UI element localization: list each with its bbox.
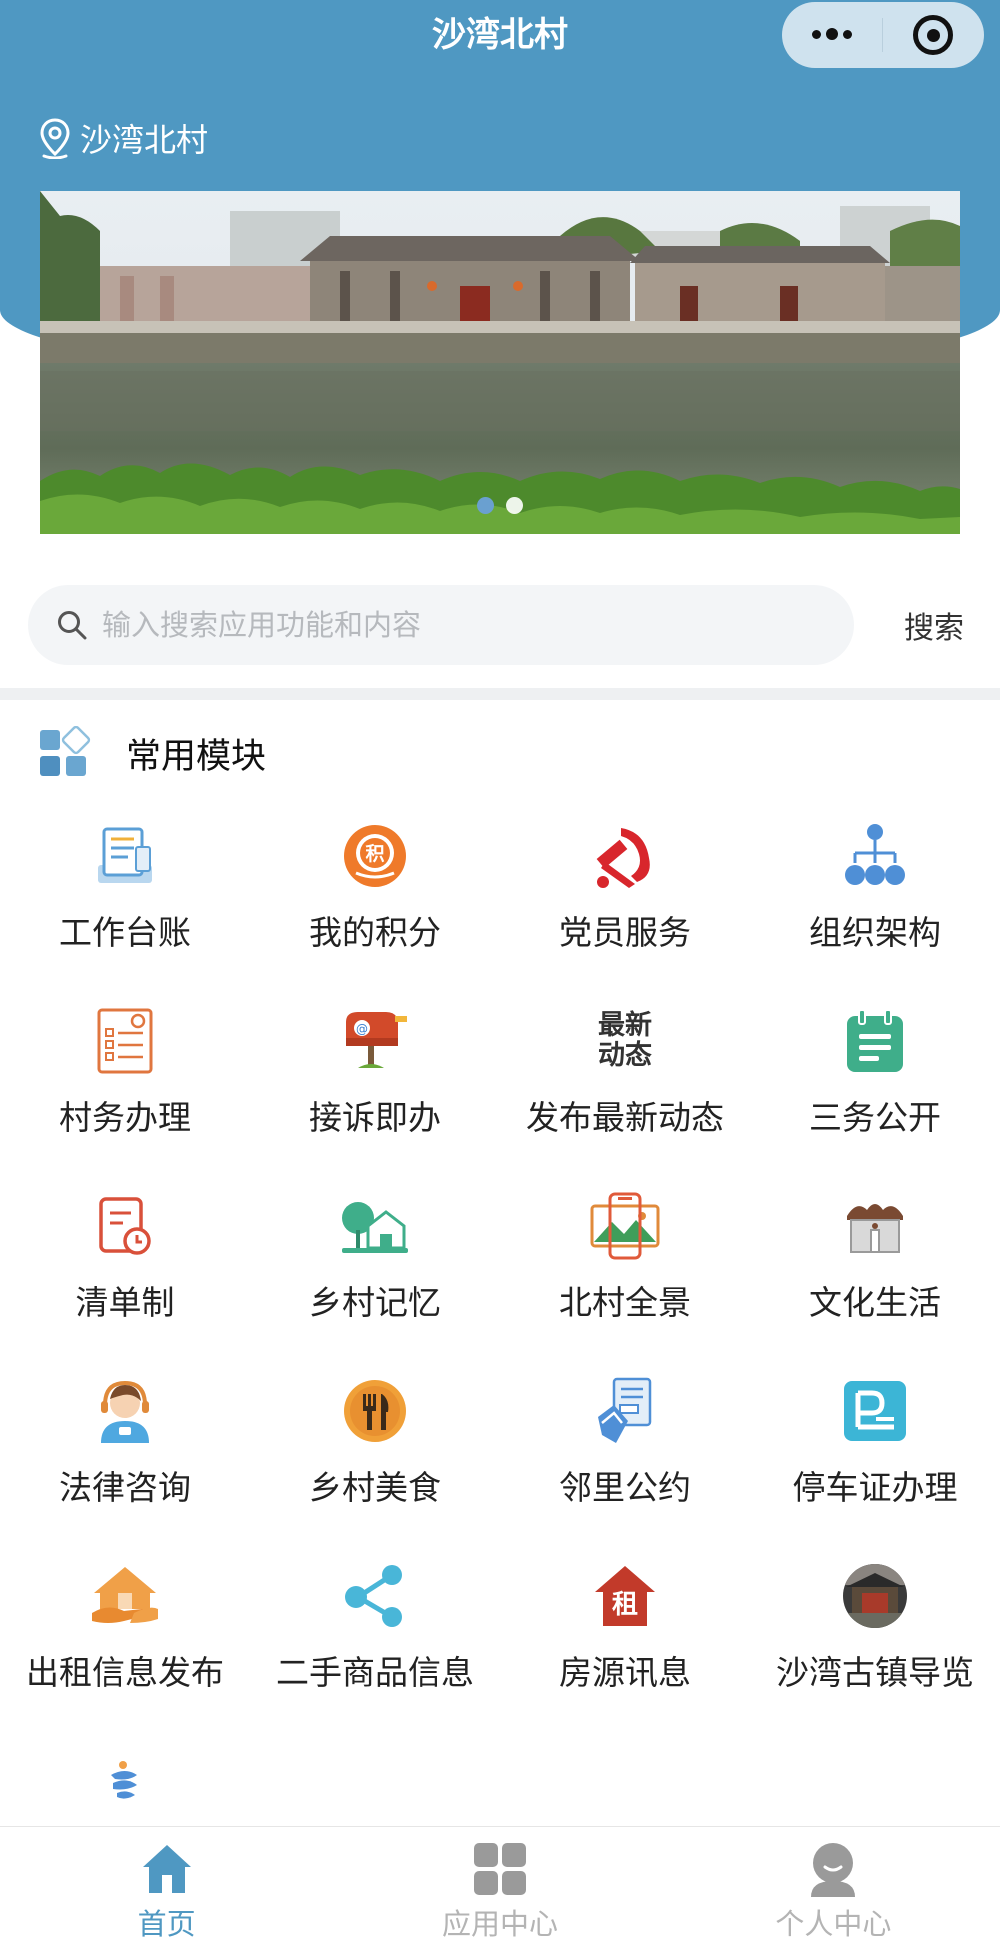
- module-label: 沙湾古镇导览: [776, 1653, 974, 1692]
- section-title: 常用模块: [126, 736, 267, 777]
- news-icon: 最新 动态: [598, 1010, 652, 1071]
- tab-personal-center[interactable]: 个人中心: [667, 1827, 1000, 1946]
- module-label: 组织架构: [809, 913, 941, 952]
- culture-building-icon: [847, 1204, 903, 1253]
- app-grid-icon: [473, 1843, 526, 1895]
- user-icon: [811, 1843, 856, 1897]
- points-icon: 积: [344, 825, 406, 887]
- module-my-points[interactable]: 积 我的积分: [250, 820, 500, 980]
- module-label: 二手商品信息: [276, 1653, 474, 1692]
- tab-label: 首页: [137, 1907, 196, 1941]
- party-emblem-icon: [596, 828, 650, 888]
- food-icon: [344, 1380, 406, 1442]
- modules-grid-icon: [40, 726, 91, 776]
- banner-dot[interactable]: [506, 497, 523, 514]
- module-list-system[interactable]: 清单制: [0, 1190, 250, 1350]
- module-label: 村务办理: [59, 1098, 191, 1137]
- banner-image: [40, 191, 960, 534]
- module-label: 我的积分: [309, 913, 441, 952]
- module-label: 党员服务: [559, 913, 691, 952]
- convention-document-icon: [598, 1377, 652, 1443]
- module-second-hand-goods[interactable]: 二手商品信息: [250, 1560, 500, 1720]
- module-label: 乡村记忆: [309, 1283, 441, 1322]
- search-button[interactable]: 搜索: [904, 603, 972, 647]
- module-label: 出租信息发布: [26, 1653, 224, 1692]
- module-housing-info[interactable]: 租 房源讯息: [500, 1560, 750, 1720]
- search-field[interactable]: [28, 585, 854, 665]
- module-label: 发布最新动态: [526, 1098, 724, 1137]
- bottom-tab-bar: 首页 应用中心 个人中心: [0, 1826, 1000, 1946]
- banner-dot-active[interactable]: [477, 497, 494, 514]
- notepad-icon: [847, 1009, 903, 1072]
- module-label: 乡村美食: [309, 1468, 441, 1507]
- module-label: 停车证办理: [792, 1468, 958, 1507]
- module-publish-news[interactable]: 最新 动态 发布最新动态: [500, 1005, 750, 1165]
- module-label: 房源讯息: [559, 1653, 691, 1692]
- more-dots-icon: [812, 28, 852, 41]
- module-village-affairs[interactable]: 村务办理: [0, 1005, 250, 1165]
- partial-icon: [111, 1761, 137, 1799]
- parking-permit-icon: [844, 1381, 906, 1441]
- module-party-service[interactable]: 党员服务: [500, 820, 750, 980]
- module-label: 工作台账: [59, 913, 191, 952]
- ancient-town-guide-icon: [843, 1564, 907, 1628]
- module-org-structure[interactable]: 组织架构: [750, 820, 1000, 980]
- village-memory-icon: [342, 1202, 408, 1253]
- module-ancient-town-guide[interactable]: 沙湾古镇导览: [750, 1560, 1000, 1720]
- tab-home[interactable]: 首页: [0, 1827, 333, 1946]
- module-label: 三务公开: [809, 1098, 941, 1137]
- module-complaint-handling[interactable]: @ 接诉即办: [250, 1005, 500, 1165]
- org-chart-icon: [845, 824, 905, 885]
- svg-text:@: @: [356, 1022, 368, 1036]
- module-work-ledger[interactable]: 工作台账: [0, 820, 250, 980]
- close-target-icon: [913, 15, 953, 55]
- section-divider: [0, 688, 1000, 700]
- tab-label: 个人中心: [775, 1907, 892, 1941]
- search-bar: 搜索: [28, 585, 972, 665]
- banner-indicators: [40, 497, 960, 514]
- location-selector[interactable]: 沙湾北村: [38, 115, 208, 161]
- checklist-icon: [97, 1008, 153, 1074]
- mailbox-icon: @: [346, 1012, 407, 1068]
- more-button[interactable]: [782, 2, 882, 68]
- clock-list-icon: [99, 1197, 151, 1255]
- search-input[interactable]: [102, 608, 802, 642]
- tab-label: 应用中心: [441, 1907, 558, 1941]
- module-parking-permit[interactable]: 停车证办理: [750, 1375, 1000, 1535]
- module-village-food[interactable]: 乡村美食: [250, 1375, 500, 1535]
- share-icon: [345, 1565, 402, 1627]
- location-label: 沙湾北村: [80, 121, 209, 159]
- tab-app-center[interactable]: 应用中心: [333, 1827, 666, 1946]
- module-label: 文化生活: [809, 1283, 941, 1322]
- module-rental-info-publish[interactable]: 出租信息发布: [0, 1560, 250, 1720]
- module-legal-consultation[interactable]: 法律咨询: [0, 1375, 250, 1535]
- module-three-affairs-public[interactable]: 三务公开: [750, 1005, 1000, 1165]
- ledger-icon: [98, 827, 152, 883]
- legal-consultant-icon: [101, 1380, 149, 1443]
- location-pin-icon: [40, 118, 70, 159]
- section-header: 常用模块: [38, 726, 266, 780]
- search-icon: [58, 611, 87, 640]
- mini-program-capsule: [782, 2, 984, 68]
- module-cultural-life[interactable]: 文化生活: [750, 1190, 1000, 1350]
- banner-carousel[interactable]: [40, 191, 960, 534]
- module-neighborhood-convention[interactable]: 邻里公约: [500, 1375, 750, 1535]
- svg-text:积: 积: [365, 843, 384, 865]
- module-north-village-panorama[interactable]: 北村全景: [500, 1190, 750, 1350]
- module-label: 接诉即办: [309, 1098, 441, 1137]
- module-label: 北村全景: [559, 1283, 691, 1322]
- module-label: 邻里公约: [559, 1468, 691, 1507]
- close-button[interactable]: [883, 2, 983, 68]
- panorama-phone-icon: [590, 1192, 660, 1260]
- module-partial[interactable]: [0, 1745, 250, 1835]
- rental-house-icon: [92, 1567, 158, 1623]
- home-icon: [142, 1845, 191, 1893]
- module-village-memory[interactable]: 乡村记忆: [250, 1190, 500, 1350]
- module-label: 法律咨询: [59, 1468, 191, 1507]
- module-label: 清单制: [75, 1283, 175, 1322]
